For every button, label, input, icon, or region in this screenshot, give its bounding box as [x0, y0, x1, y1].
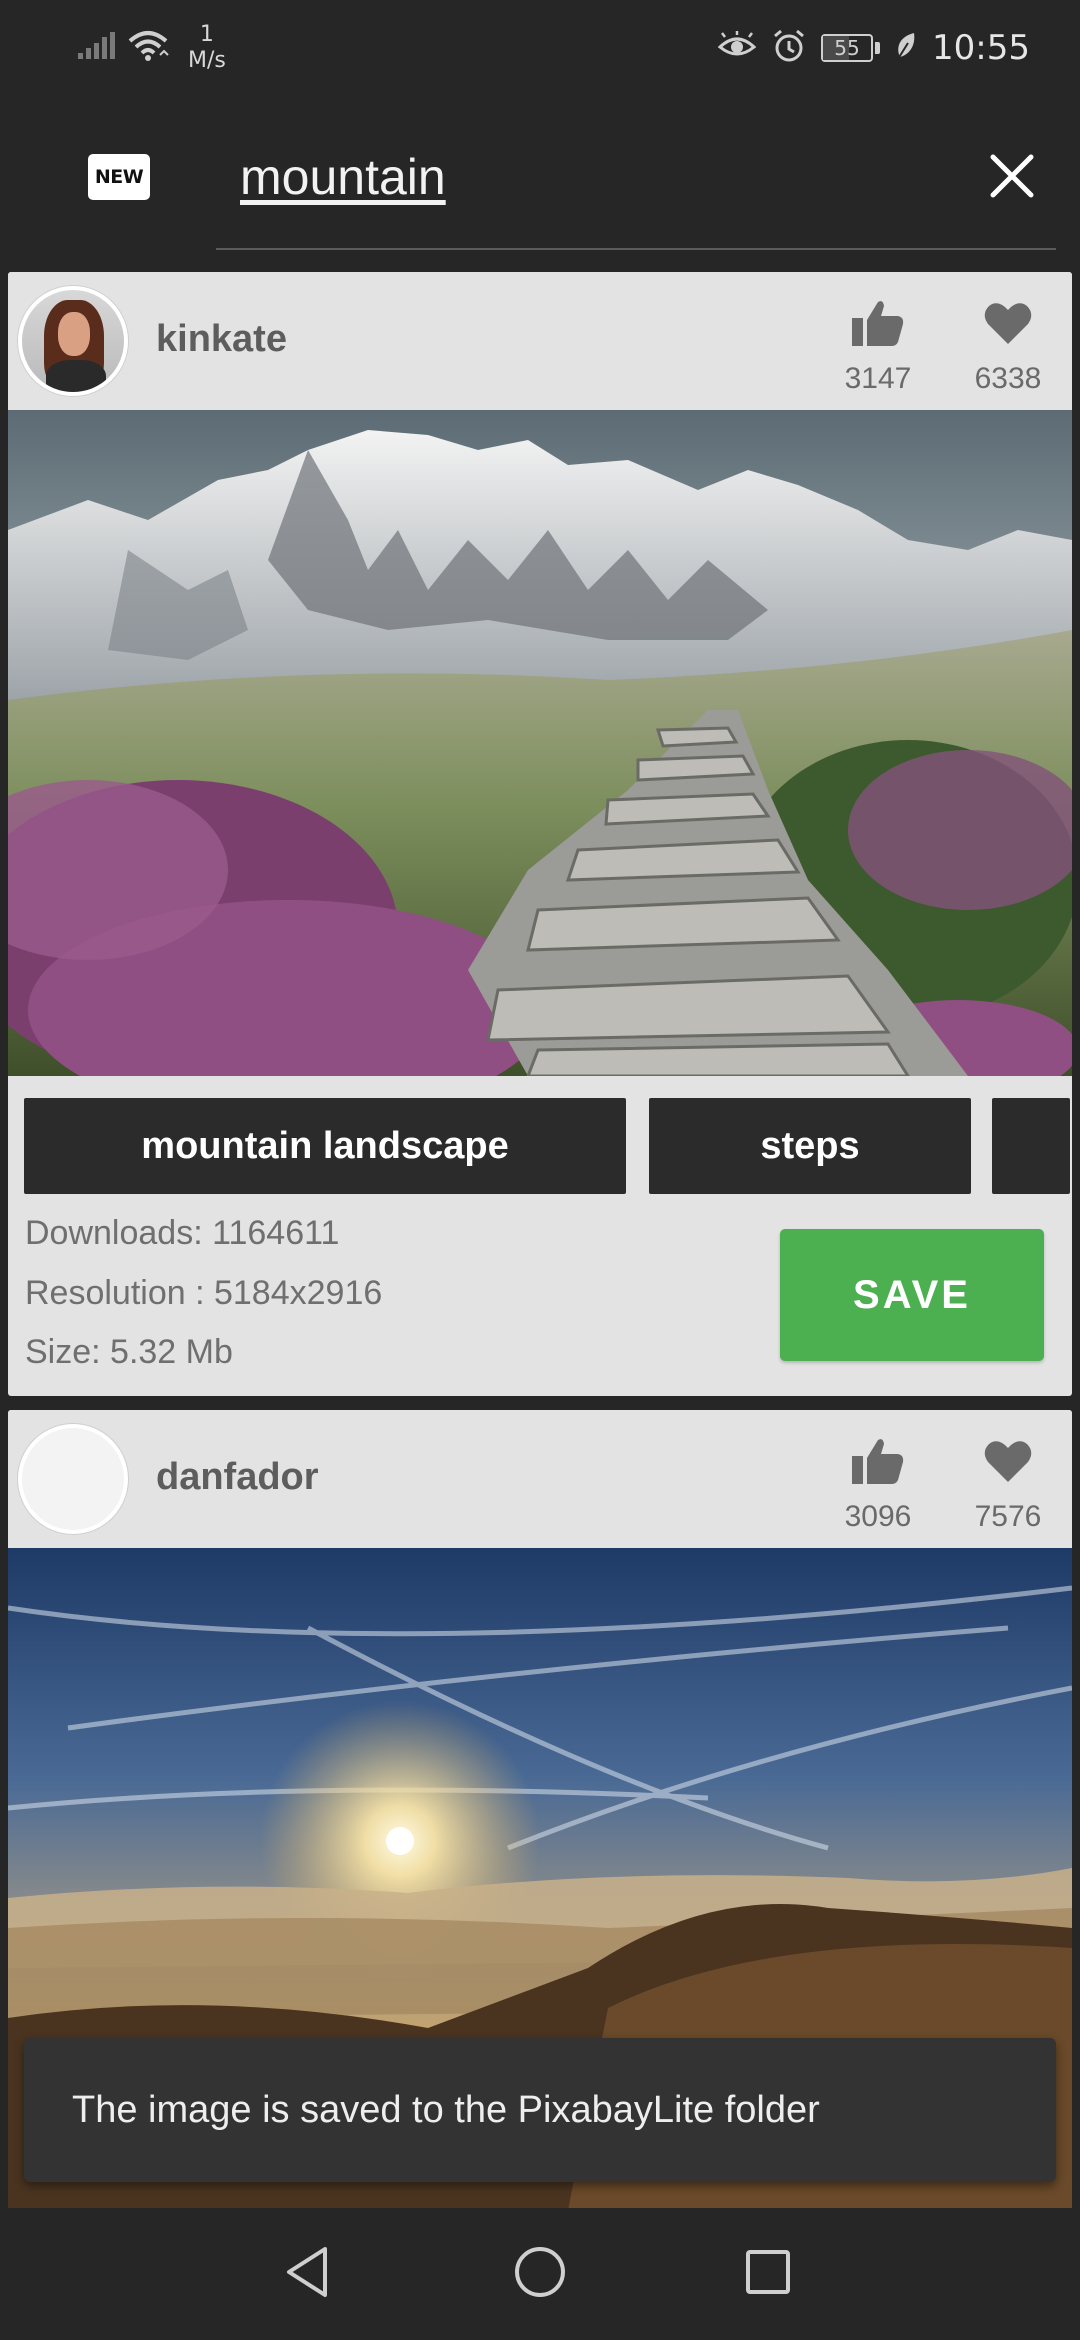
eye-comfort-icon: [717, 31, 757, 65]
search-underline: [216, 248, 1056, 250]
likes-value: 3147: [844, 362, 912, 395]
nav-home-button[interactable]: [508, 2242, 572, 2306]
close-icon: [989, 153, 1035, 203]
snackbar: The image is saved to the PixabayLite fo…: [24, 2038, 1056, 2182]
tag-chip[interactable]: mountain landscape: [24, 1098, 626, 1194]
nav-back-icon: [283, 2245, 333, 2303]
snackbar-message: The image is saved to the PixabayLite fo…: [72, 2088, 820, 2131]
nav-recents-button[interactable]: [736, 2242, 800, 2306]
power-saving-icon: [894, 31, 918, 65]
battery-icon: 55: [821, 34, 874, 62]
card-header: danfador 3096 7576: [8, 1410, 1072, 1548]
status-bar: 1 M/s 55 10:55: [0, 0, 1080, 96]
status-left: 1 M/s: [76, 18, 226, 78]
likes-count: 3096: [828, 1432, 928, 1534]
new-badge-icon[interactable]: NEW: [88, 154, 150, 200]
thumb-up-icon: [828, 294, 928, 352]
status-right: 55 10:55: [717, 22, 1030, 74]
nav-home-icon: [513, 2245, 567, 2303]
tag-chip[interactable]: [992, 1098, 1070, 1194]
network-speed: 1 M/s: [188, 22, 226, 74]
favorites-count: 7576: [958, 1432, 1058, 1534]
heart-icon: [958, 1432, 1058, 1490]
avatar[interactable]: [18, 1424, 128, 1534]
favorites-count: 6338: [958, 294, 1058, 396]
network-speed-unit: M/s: [188, 48, 226, 73]
avatar[interactable]: [18, 286, 128, 396]
tag-list: mountain landscape steps: [8, 1076, 1072, 1194]
battery-indicator: 55: [821, 34, 881, 62]
battery-level: 55: [834, 36, 860, 60]
wifi-icon: [126, 29, 170, 67]
alarm-icon: [771, 28, 807, 68]
card-header: kinkate 3147 6338: [8, 272, 1072, 410]
likes-value: 3096: [844, 1500, 912, 1533]
signal-icon: [76, 31, 116, 65]
clock: 10:55: [932, 28, 1030, 68]
clear-search-button[interactable]: [980, 146, 1044, 210]
username[interactable]: kinkate: [156, 318, 287, 361]
save-button[interactable]: SAVE: [780, 1229, 1044, 1361]
search-input[interactable]: mountain: [240, 148, 446, 206]
thumb-up-icon: [828, 1432, 928, 1490]
app-screen: 1 M/s 55 10:55 NEW mountain kinkate 3147…: [0, 0, 1080, 2340]
search-header: NEW mountain: [0, 96, 1080, 256]
network-speed-value: 1: [199, 22, 214, 47]
new-badge-label: NEW: [94, 166, 144, 188]
favorites-value: 7576: [974, 1500, 1042, 1533]
tag-chip[interactable]: steps: [649, 1098, 971, 1194]
downloads-info: Downloads: 1164611: [25, 1214, 340, 1252]
mountain-landscape-photo[interactable]: [8, 410, 1072, 1076]
size-info: Size: 5.32 Mb: [25, 1333, 233, 1371]
username[interactable]: danfador: [156, 1456, 319, 1499]
system-nav-bar: [0, 2208, 1080, 2340]
image-card: kinkate 3147 6338 mountain landscape ste…: [8, 272, 1072, 1396]
resolution-info: Resolution : 5184x2916: [25, 1274, 383, 1312]
heart-icon: [958, 294, 1058, 352]
nav-recents-icon: [744, 2248, 792, 2300]
battery-tip: [875, 42, 881, 54]
favorites-value: 6338: [974, 362, 1042, 395]
likes-count: 3147: [828, 294, 928, 396]
nav-back-button[interactable]: [276, 2242, 340, 2306]
